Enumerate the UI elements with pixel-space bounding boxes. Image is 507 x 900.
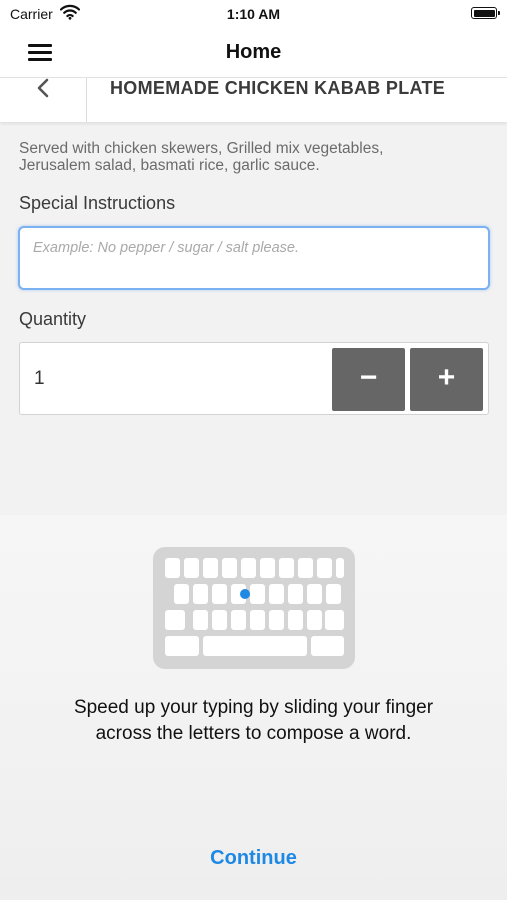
item-header: HOMEMADE CHICKEN KABAB PLATE bbox=[0, 78, 507, 122]
item-description-line: Served with chicken skewers, Grilled mix… bbox=[19, 140, 384, 157]
chevron-left-icon bbox=[37, 78, 49, 98]
item-title: HOMEMADE CHICKEN KABAB PLATE bbox=[110, 78, 446, 98]
keyboard-tip-panel: Speed up your typing by sliding your fin… bbox=[0, 515, 507, 900]
navigation-bar: Home bbox=[0, 28, 507, 78]
decrease-quantity-button[interactable]: − bbox=[332, 348, 405, 411]
item-description-line: Jerusalem salad, basmati rice, garlic sa… bbox=[19, 157, 320, 174]
quantity-stepper: 1 − + bbox=[19, 342, 489, 415]
keyboard-tip-text: Speed up your typing by sliding your fin… bbox=[0, 695, 507, 747]
increase-quantity-button[interactable]: + bbox=[410, 348, 483, 411]
continue-button[interactable]: Continue bbox=[0, 847, 507, 870]
status-time: 1:10 AM bbox=[226, 6, 281, 22]
swipe-keyboard-icon bbox=[153, 547, 355, 669]
special-instructions-label: Special Instructions bbox=[19, 193, 176, 213]
item-description: Served with chicken skewers, Grilled mix… bbox=[19, 140, 489, 174]
quantity-label: Quantity bbox=[19, 309, 87, 329]
keyboard-tip-line: across the letters to compose a word. bbox=[95, 723, 412, 744]
quantity-value: 1 bbox=[34, 368, 45, 389]
page-title: Home bbox=[225, 41, 282, 63]
keyboard-tip-line: Speed up your typing by sliding your fin… bbox=[73, 697, 434, 718]
back-button[interactable] bbox=[0, 78, 87, 122]
special-instructions-input[interactable] bbox=[18, 226, 490, 290]
battery-icon bbox=[471, 7, 500, 19]
status-bar: Carrier 1:10 AM bbox=[0, 0, 507, 28]
